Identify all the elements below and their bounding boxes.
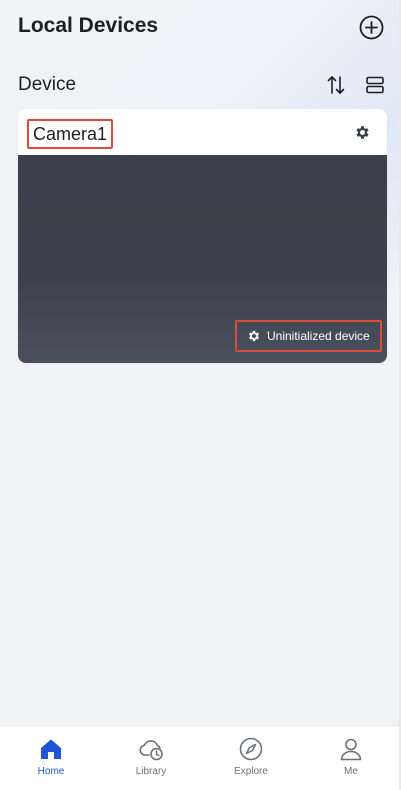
tab-me[interactable]: Me	[301, 726, 401, 790]
gear-icon	[355, 125, 369, 139]
page-title: Local Devices	[18, 14, 159, 37]
device-name: Camera1	[27, 119, 114, 149]
gear-icon	[249, 330, 259, 342]
device-card-header: Camera1	[18, 109, 387, 155]
list-layout-icon	[366, 76, 384, 94]
status-badge[interactable]: Uninitialized device	[235, 320, 382, 352]
home-icon	[37, 735, 65, 763]
sort-arrows-icon	[327, 76, 345, 94]
status-text: Uninitialized device	[267, 329, 370, 343]
layout-toggle-button[interactable]	[364, 74, 386, 96]
device-card[interactable]: Camera1 Uninitialized device	[18, 109, 387, 363]
app-header: Local Devices	[0, 0, 401, 60]
add-device-button[interactable]	[358, 14, 385, 41]
tab-label: Me	[344, 766, 358, 777]
bottom-tab-bar: Home Library Explore Me	[0, 725, 401, 790]
plus-circle-icon	[359, 15, 384, 40]
tab-home[interactable]: Home	[1, 726, 101, 790]
compass-icon	[237, 735, 265, 763]
tab-explore[interactable]: Explore	[201, 726, 301, 790]
device-section-header: Device	[0, 66, 401, 106]
device-settings-button[interactable]	[353, 123, 371, 141]
tab-label: Home	[37, 766, 65, 777]
person-icon	[337, 735, 365, 763]
tab-library[interactable]: Library	[101, 726, 201, 790]
tab-label: Explore	[234, 766, 268, 777]
device-preview[interactable]: Uninitialized device	[18, 155, 387, 363]
section-title: Device	[18, 74, 77, 95]
cloud-clock-icon	[137, 735, 165, 763]
tab-label: Library	[135, 766, 167, 777]
sort-button[interactable]	[325, 74, 347, 96]
